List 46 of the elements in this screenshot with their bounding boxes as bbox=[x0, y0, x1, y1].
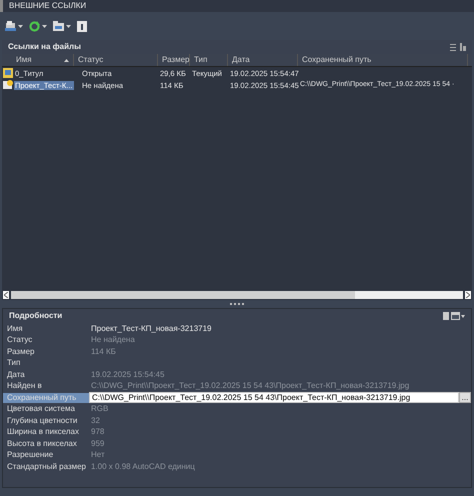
scroll-left-icon[interactable] bbox=[3, 291, 9, 299]
property-label: Сохраненный путь bbox=[3, 392, 89, 403]
property-value: C:\\DWG_Print\\Проект_Тест_19.02.2025 15 54 43\Проект_Тест-КП_новая-3213719.jpg bbox=[90, 381, 410, 392]
property-label: Тип bbox=[6, 358, 22, 368]
property-value: 114 КБ bbox=[90, 346, 116, 357]
property-label: Статус bbox=[6, 335, 34, 346]
property-value: 978 bbox=[90, 427, 104, 438]
property-label: Стандартный размер bbox=[6, 462, 88, 472]
property-value: 959 bbox=[90, 438, 104, 449]
property-label: Глубина цветности bbox=[6, 416, 78, 426]
column-header[interactable]: Размер bbox=[162, 55, 190, 65]
browse-button[interactable]: ... bbox=[459, 392, 471, 404]
property-value: 32 bbox=[90, 416, 100, 426]
column-header[interactable]: Сохраненный путь bbox=[302, 55, 372, 65]
scrollbar-thumb[interactable] bbox=[11, 291, 355, 299]
panel-title: Ссылки на файлы bbox=[8, 42, 81, 52]
folder-button[interactable] bbox=[52, 20, 72, 32]
property-label: Ширина в пикселах bbox=[6, 427, 80, 438]
property-label: Размер bbox=[6, 346, 36, 357]
path-input-field[interactable]: C:\\DWG_Print\\Проект_Тест_19.02.2025 15 54 43\Проект_Тест-КП_новая-3213719.jpg bbox=[89, 392, 459, 404]
column-header[interactable]: Дата bbox=[232, 55, 250, 65]
property-label: Высота в пикселах bbox=[6, 438, 78, 449]
refresh-button[interactable] bbox=[28, 20, 48, 32]
property-label: Дата bbox=[6, 370, 26, 380]
panel-title: Подробности bbox=[9, 311, 62, 321]
view-icon bbox=[450, 43, 466, 51]
column-header[interactable]: Тип bbox=[194, 55, 208, 65]
property-value: 19.02.2025 15:54:45 bbox=[90, 370, 164, 380]
property-label: Имя bbox=[6, 324, 24, 334]
property-value: 1.00 x 0.98 AutoCAD единиц bbox=[90, 462, 195, 472]
property-value: Не найдена bbox=[90, 335, 135, 346]
property-label: Разрешение bbox=[6, 450, 54, 460]
column-header[interactable]: Имя bbox=[16, 55, 32, 65]
scroll-right-icon[interactable] bbox=[465, 291, 471, 299]
property-value: Нет bbox=[90, 450, 105, 460]
property-label: Цветовая система bbox=[6, 404, 76, 414]
panel-tools-icon bbox=[443, 312, 465, 320]
image-file-icon bbox=[3, 80, 13, 90]
refresh-icon bbox=[29, 20, 40, 32]
property-value: Проект_Тест-КП_новая-3213719 bbox=[90, 324, 212, 334]
window-title: ВНЕШНИЕ ССЫЛКИ bbox=[9, 1, 86, 11]
column-header[interactable]: Статус bbox=[78, 55, 104, 65]
property-label: Найден в bbox=[6, 381, 43, 392]
property-value: RGB bbox=[90, 404, 108, 414]
folder-icon bbox=[53, 21, 64, 31]
drawing-file-icon bbox=[3, 68, 13, 78]
